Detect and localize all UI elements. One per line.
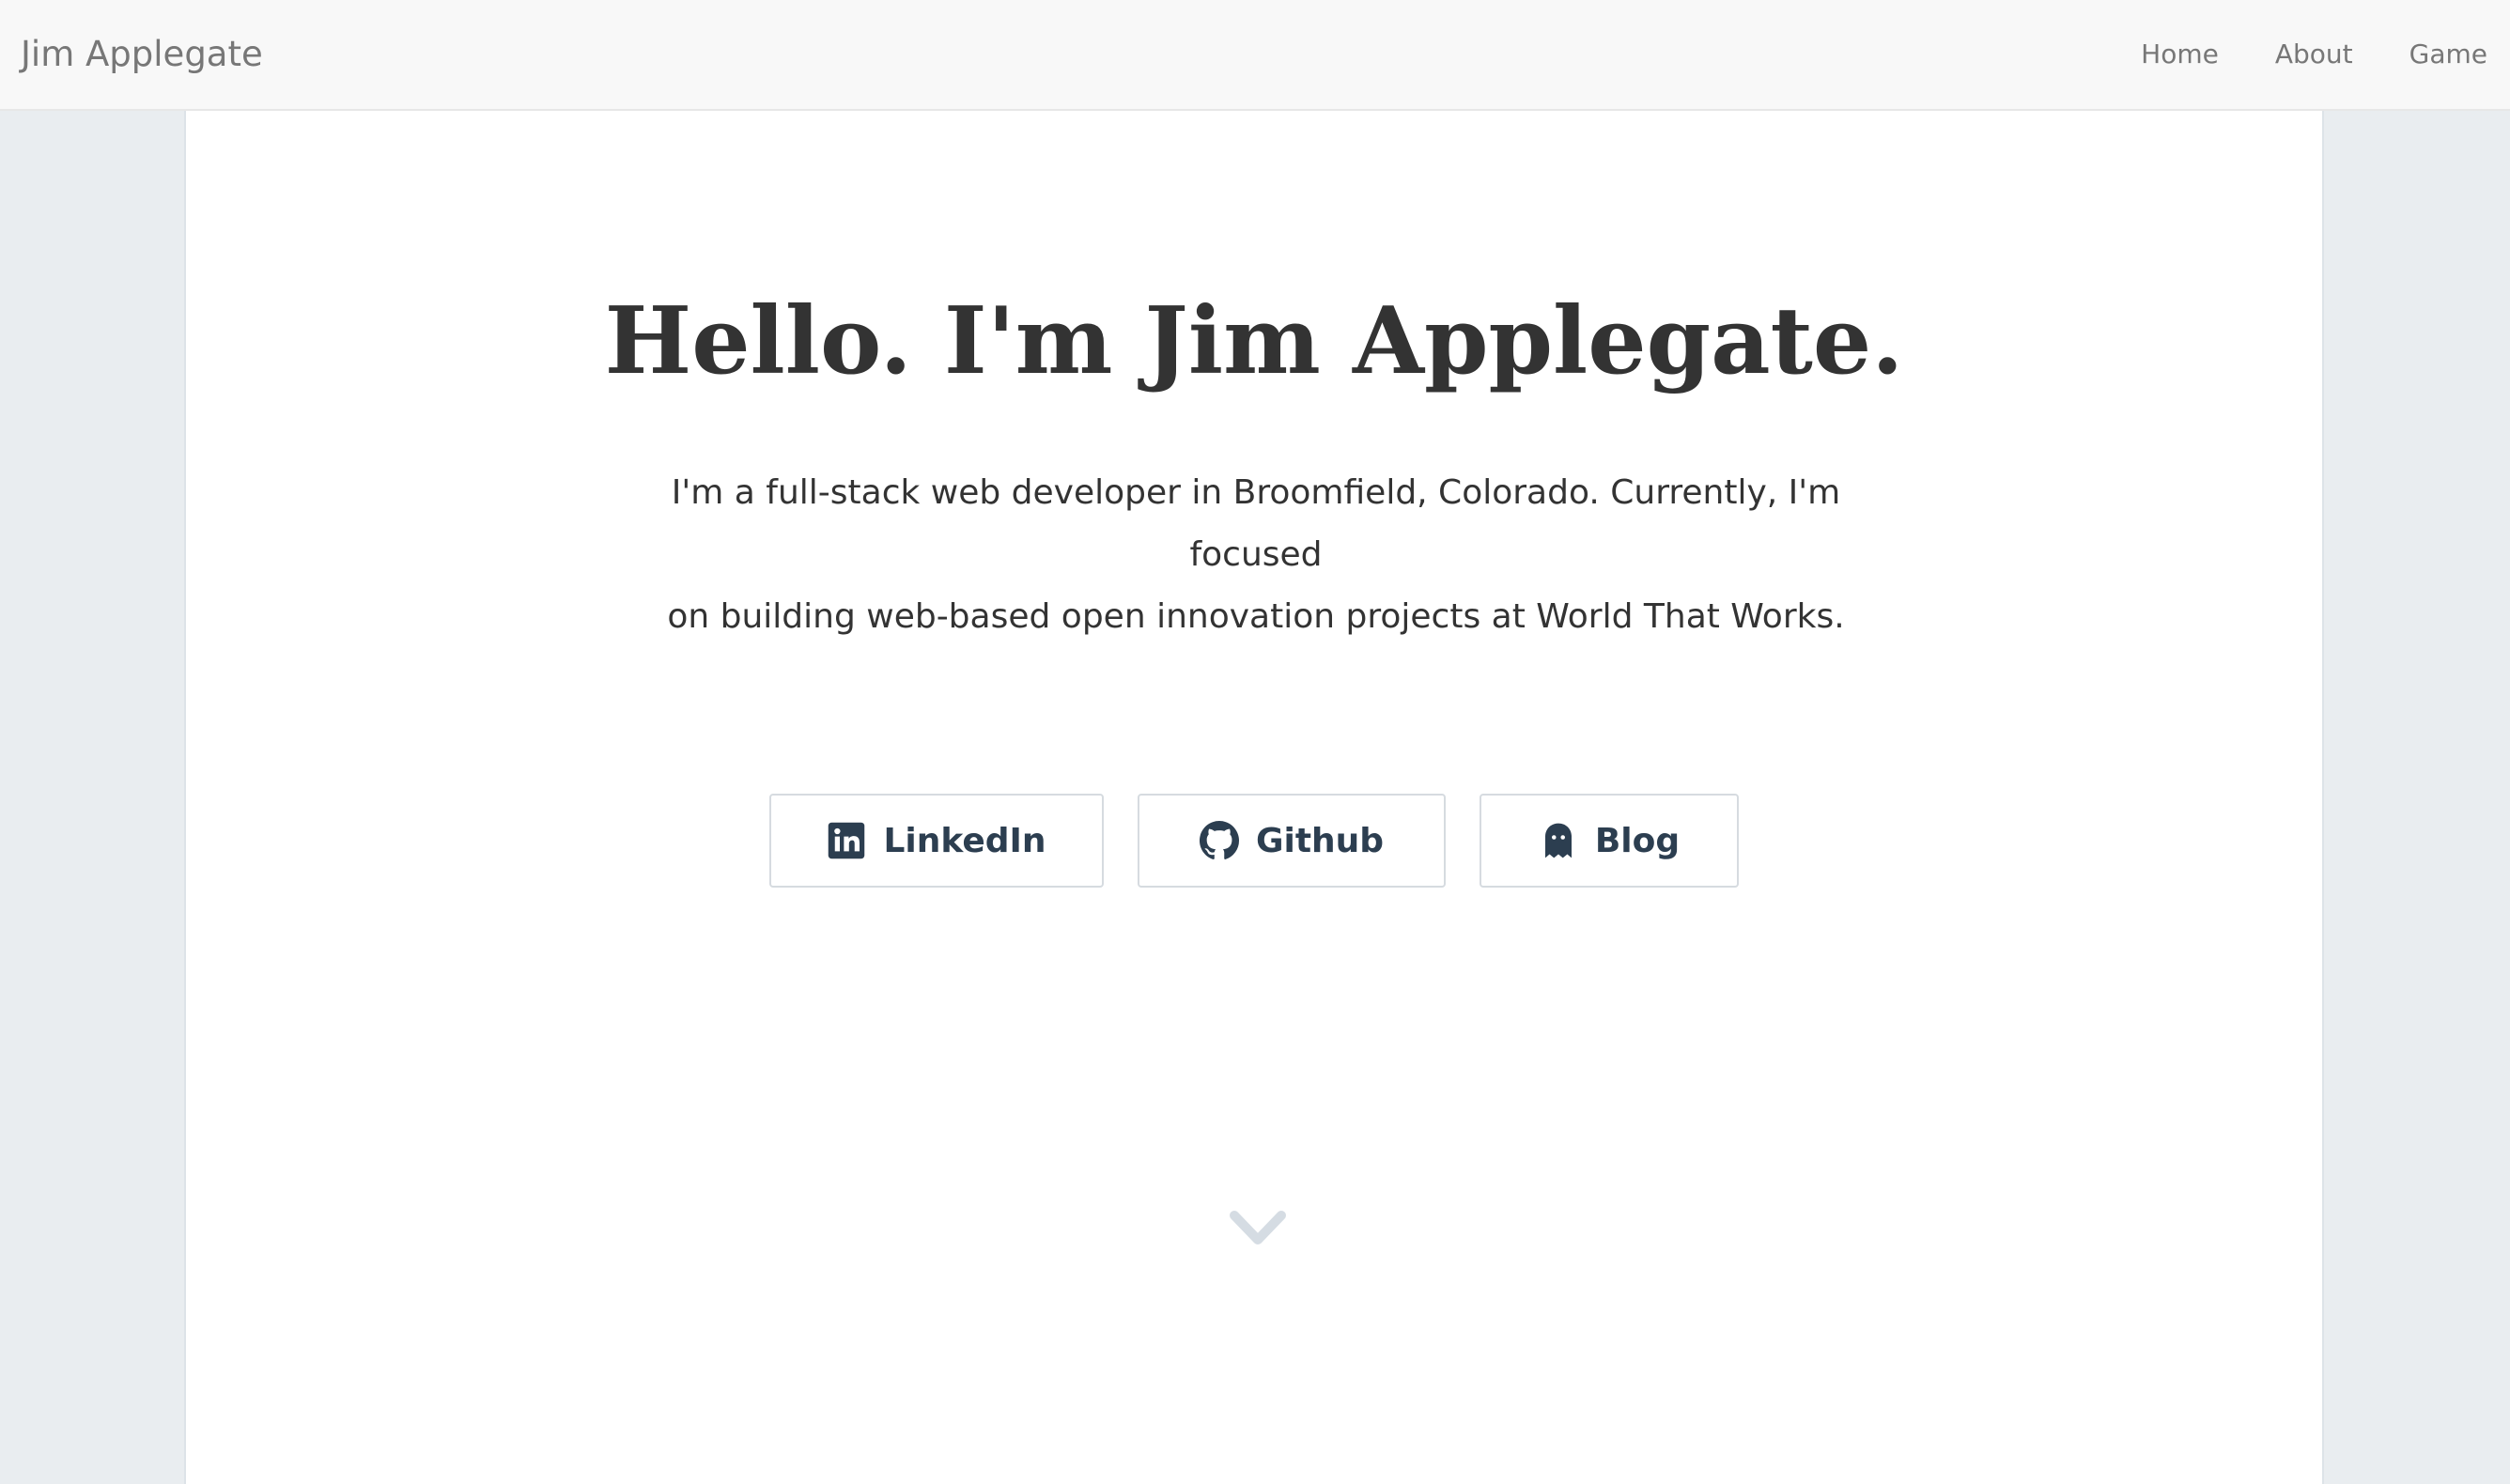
hero-intro-line-1: I'm a full-stack web developer in Broomf… <box>671 473 1841 574</box>
hero-intro-line-2: on building web-based open innovation pr… <box>667 597 1845 636</box>
hero-title: Hello. I'm Jim Applegate. <box>604 287 1904 395</box>
nav-link-game[interactable]: Game <box>2409 36 2487 73</box>
hero-intro: I'm a full-stack web developer in Broomf… <box>618 462 1894 648</box>
github-button-label: Github <box>1255 821 1385 860</box>
social-buttons: LinkedIn Github Blog <box>186 794 2322 888</box>
linkedin-button-label: LinkedIn <box>883 821 1046 860</box>
main-content-panel: Hello. I'm Jim Applegate. I'm a full-sta… <box>184 111 2324 1484</box>
scroll-down-link[interactable] <box>1227 1206 1289 1253</box>
github-icon <box>1199 821 1239 860</box>
linkedin-button[interactable]: LinkedIn <box>769 794 1104 888</box>
linkedin-icon <box>827 821 866 860</box>
chevron-down-icon <box>1227 1206 1289 1253</box>
blog-button-label: Blog <box>1594 821 1681 860</box>
nav-link-home[interactable]: Home <box>2141 36 2219 73</box>
top-navbar: Jim Applegate Home About Game <box>0 0 2510 111</box>
blog-button[interactable]: Blog <box>1480 794 1739 888</box>
nav-link-about[interactable]: About <box>2275 36 2353 73</box>
github-button[interactable]: Github <box>1138 794 1446 888</box>
nav-links: Home About Game <box>2141 36 2487 73</box>
ghost-icon <box>1539 821 1578 860</box>
brand-link[interactable]: Jim Applegate <box>21 32 263 77</box>
